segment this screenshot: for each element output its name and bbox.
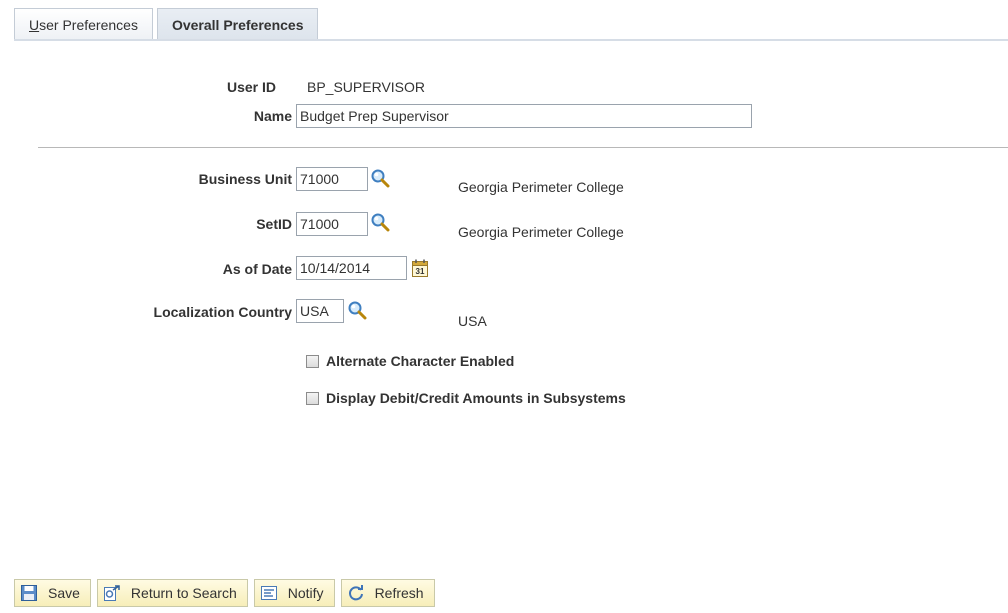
name-label: Name <box>253 108 292 124</box>
notify-icon <box>260 586 277 600</box>
return-to-search-button[interactable]: Return to Search <box>96 579 248 607</box>
alternate-character-row: Alternate Character Enabled <box>306 353 514 369</box>
setid-field[interactable] <box>296 212 368 236</box>
debit-credit-checkbox[interactable] <box>306 391 319 405</box>
refresh-icon <box>348 585 363 601</box>
tab-overall-preferences[interactable]: Overall Preferences <box>156 8 319 40</box>
svg-text:31: 31 <box>416 267 425 276</box>
notify-button[interactable]: Notify <box>253 579 335 607</box>
localization-country-label: Localization Country <box>153 304 292 320</box>
alternate-character-checkbox[interactable] <box>306 354 319 368</box>
refresh-button[interactable]: Refresh <box>340 579 435 607</box>
return-icon <box>103 585 120 601</box>
localization-country-field[interactable] <box>296 299 344 323</box>
tab-overall-preferences-label: Overall Preferences <box>171 16 304 33</box>
debit-credit-row: Display Debit/Credit Amounts in Subsyste… <box>306 390 626 406</box>
save-button[interactable]: Save <box>14 579 91 607</box>
return-to-search-label: Return to Search <box>130 585 237 601</box>
debit-credit-label: Display Debit/Credit Amounts in Subsyste… <box>326 390 626 406</box>
refresh-label: Refresh <box>374 585 424 601</box>
alternate-character-label: Alternate Character Enabled <box>326 353 515 369</box>
page-toolbar: Save Return to Search Notify Refresh <box>14 579 441 607</box>
tab-user-preferences-label: ser Preferences <box>39 16 138 33</box>
tab-user-preferences[interactable]: User Preferences <box>14 8 153 40</box>
setid-description: Georgia Perimeter College <box>458 224 624 240</box>
business-unit-lookup-icon[interactable] <box>370 168 390 188</box>
save-label: Save <box>48 585 80 601</box>
floppy-icon <box>21 585 37 601</box>
as-of-date-label: As of Date <box>222 261 292 277</box>
notify-label: Notify <box>287 585 324 601</box>
business-unit-label: Business Unit <box>198 171 292 187</box>
user-id-value: BP_SUPERVISOR <box>307 79 426 95</box>
setid-label: SetID <box>256 216 292 232</box>
section-divider <box>38 147 1008 148</box>
name-field[interactable] <box>296 104 752 128</box>
tab-bar: User Preferences Overall Preferences <box>14 6 322 40</box>
tab-underline <box>14 39 1008 41</box>
localization-country-description: USA <box>458 313 487 329</box>
localization-country-lookup-icon[interactable] <box>347 300 367 320</box>
as-of-date-field[interactable] <box>296 256 407 280</box>
calendar-icon[interactable]: 31 <box>412 259 428 277</box>
setid-lookup-icon[interactable] <box>370 212 390 232</box>
tab-user-preferences-accesskey: U <box>29 16 40 33</box>
business-unit-field[interactable] <box>296 167 368 191</box>
business-unit-description: Georgia Perimeter College <box>458 179 624 195</box>
user-id-label: User ID <box>226 79 276 95</box>
